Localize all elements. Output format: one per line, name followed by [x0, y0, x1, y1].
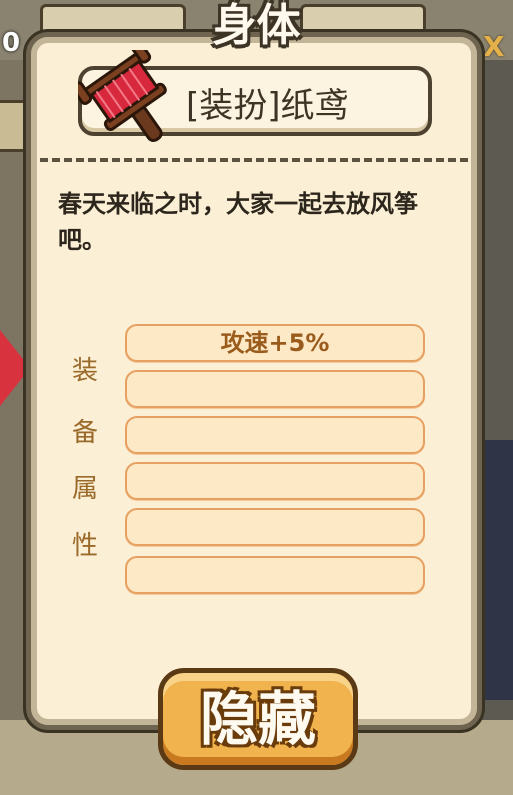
attribute-slot [125, 508, 425, 546]
attribute-slot [125, 416, 425, 454]
attributes-label-char: 装 [71, 356, 98, 386]
attribute-slot [125, 556, 425, 594]
hide-button-label[interactable]: 隐藏 [158, 684, 358, 754]
panel-title: 身体 [212, 0, 301, 51]
item-description: 春天来临之时，大家一起去放风筝吧。 [58, 190, 418, 254]
attributes-label-char: 备 [71, 418, 98, 448]
item-name: [装扮]纸鸢 [186, 86, 349, 126]
attributes-label-char: 属 [71, 474, 98, 504]
divider [40, 158, 468, 162]
kite-spool-icon [78, 50, 167, 142]
attribute-slot: 攻速+5% [125, 324, 425, 362]
attributes-label-char: 性 [71, 531, 98, 561]
attribute-slot [125, 370, 425, 408]
attribute-slot [125, 462, 425, 500]
